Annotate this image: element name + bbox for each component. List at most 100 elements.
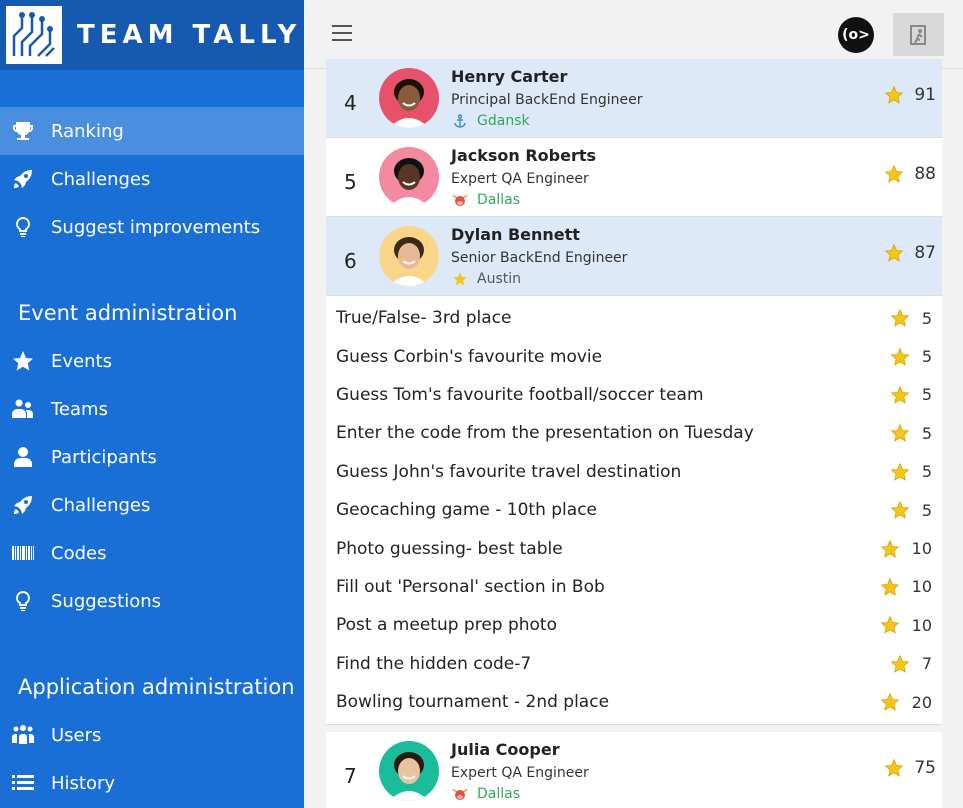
points-value: 10: [911, 615, 932, 635]
sidebar-item-codes[interactable]: Codes: [0, 529, 304, 577]
sidebar-item-challenges[interactable]: Challenges: [0, 155, 304, 203]
challenge-name: Enter the code from the presentation on …: [336, 423, 754, 444]
ranking-row[interactable]: 5 Jackson Roberts Expert QA Engineer Dallas…: [326, 138, 942, 217]
points-value: 10: [911, 577, 932, 597]
challenge-points: 10: [880, 615, 932, 635]
points-value: 5: [921, 385, 932, 405]
location-label: Austin: [477, 271, 521, 287]
challenge-name: Photo guessing- best table: [336, 538, 563, 559]
sidebar-item-suggestions[interactable]: Suggestions: [0, 577, 304, 625]
brand-bar: TEAM TALLY: [0, 0, 304, 70]
challenge-row[interactable]: Post a meetup prep photo 10: [326, 606, 942, 644]
sidebar-item-history[interactable]: History: [0, 759, 304, 807]
lightbulb-icon: [10, 588, 36, 614]
points-value: 20: [911, 692, 932, 712]
ranking-row[interactable]: 7 Julia Cooper Expert QA Engineer Dallas 75: [326, 732, 942, 808]
star-icon: [884, 243, 904, 263]
main-nav: Ranking Challenges Suggest improvements: [0, 107, 304, 251]
participant-score: 91: [884, 85, 936, 105]
barcode-icon: [10, 540, 36, 566]
logout-icon: [909, 24, 926, 45]
sidebar-item-participants[interactable]: Participants: [0, 433, 304, 481]
points-value: 5: [921, 347, 932, 367]
trophy-icon: [10, 118, 36, 144]
company-logo[interactable]: (o>: [838, 17, 874, 53]
star-icon: [890, 423, 910, 443]
participant-score: 87: [884, 243, 936, 263]
sidebar-item-events[interactable]: Events: [0, 337, 304, 385]
avatar: [379, 147, 439, 207]
app-admin-heading: Application administration: [18, 675, 295, 699]
challenge-row[interactable]: Guess John's favourite travel destinatio…: [326, 453, 942, 491]
challenge-name: True/False- 3rd place: [336, 308, 512, 329]
participant-location: Dallas: [451, 786, 520, 802]
rank-number: 6: [344, 249, 357, 273]
menu-toggle-icon[interactable]: [332, 25, 352, 41]
challenge-points: 5: [890, 308, 932, 328]
sidebar: TEAM TALLY Ranking Challenges Suggest impr…: [0, 0, 304, 808]
challenge-points: 5: [890, 347, 932, 367]
sidebar-item-users[interactable]: Users: [0, 711, 304, 759]
challenge-row[interactable]: Enter the code from the presentation on …: [326, 414, 942, 452]
nav-item-label: Challenges: [51, 494, 151, 516]
challenge-row[interactable]: Geocaching game - 10th place 5: [326, 491, 942, 529]
points-value: 7: [921, 654, 932, 674]
event-admin-heading: Event administration: [18, 301, 238, 325]
brand-name: TEAM TALLY: [77, 20, 302, 50]
avatar: [379, 226, 439, 286]
challenge-points: 7: [890, 654, 932, 674]
sidebar-item-teams[interactable]: Teams: [0, 385, 304, 433]
star-icon: [880, 692, 900, 712]
anchor-icon: [451, 113, 469, 129]
nav-item-label: Codes: [51, 542, 107, 564]
participant-name[interactable]: Jackson Roberts: [451, 146, 596, 165]
team-tally-logo[interactable]: [6, 6, 62, 64]
star-icon: [890, 385, 910, 405]
challenge-name: Geocaching game - 10th place: [336, 500, 597, 521]
ranking-row[interactable]: 4 Henry Carter Principal BackEnd Engineer G…: [326, 59, 942, 138]
logout-button[interactable]: [893, 13, 944, 56]
rank-number: 7: [344, 764, 357, 789]
participant-name[interactable]: Julia Cooper: [451, 740, 560, 759]
challenge-points: 20: [880, 692, 932, 712]
participant-name[interactable]: Henry Carter: [451, 67, 567, 86]
ranking-content: 4 Henry Carter Principal BackEnd Engineer G…: [326, 59, 942, 808]
nav-item-label: History: [51, 772, 116, 794]
challenge-row[interactable]: Find the hidden code-7 7: [326, 645, 942, 683]
nav-item-label: Suggest improvements: [51, 216, 261, 238]
star-icon: [880, 577, 900, 597]
rocket-icon: [10, 492, 36, 518]
star-icon: [884, 164, 904, 184]
star-icon: [451, 271, 469, 287]
ranking-row[interactable]: 6 Dylan Bennett Senior BackEnd Engineer Aus…: [326, 217, 942, 296]
sidebar-item-suggest-improvements[interactable]: Suggest improvements: [0, 203, 304, 251]
challenge-row[interactable]: Bowling tournament - 2nd place 20: [326, 683, 942, 721]
challenge-name: Guess Tom's favourite football/soccer te…: [336, 384, 704, 405]
score-value: 91: [914, 85, 936, 105]
ranking-list: 4 Henry Carter Principal BackEnd Engineer G…: [326, 59, 942, 296]
challenge-row[interactable]: Guess Corbin's favourite movie 5: [326, 337, 942, 375]
challenge-name: Guess Corbin's favourite movie: [336, 346, 603, 367]
bull-icon: [451, 192, 469, 208]
avatar: [379, 741, 439, 802]
star-icon: [890, 308, 910, 328]
sidebar-item-ranking[interactable]: Ranking: [0, 107, 304, 155]
participant-name[interactable]: Dylan Bennett: [451, 225, 580, 244]
challenge-points: 5: [890, 385, 932, 405]
nav-item-label: Events: [51, 350, 112, 372]
points-value: 10: [911, 539, 932, 559]
participant-score: 75: [884, 758, 936, 778]
star-icon: [890, 347, 910, 367]
challenge-row[interactable]: Photo guessing- best table 10: [326, 529, 942, 567]
star-icon: [890, 654, 910, 674]
rank-number: 5: [344, 170, 357, 194]
score-value: 75: [914, 758, 936, 779]
challenge-row[interactable]: Fill out 'Personal' section in Bob 10: [326, 568, 942, 606]
avatar: [379, 68, 439, 128]
users-icon: [10, 722, 36, 748]
challenge-points: 10: [880, 539, 932, 559]
list-icon: [10, 770, 36, 796]
sidebar-item-challenges[interactable]: Challenges: [0, 481, 304, 529]
challenge-row[interactable]: Guess Tom's favourite football/soccer te…: [326, 376, 942, 414]
challenge-row[interactable]: True/False- 3rd place 5: [326, 299, 942, 337]
